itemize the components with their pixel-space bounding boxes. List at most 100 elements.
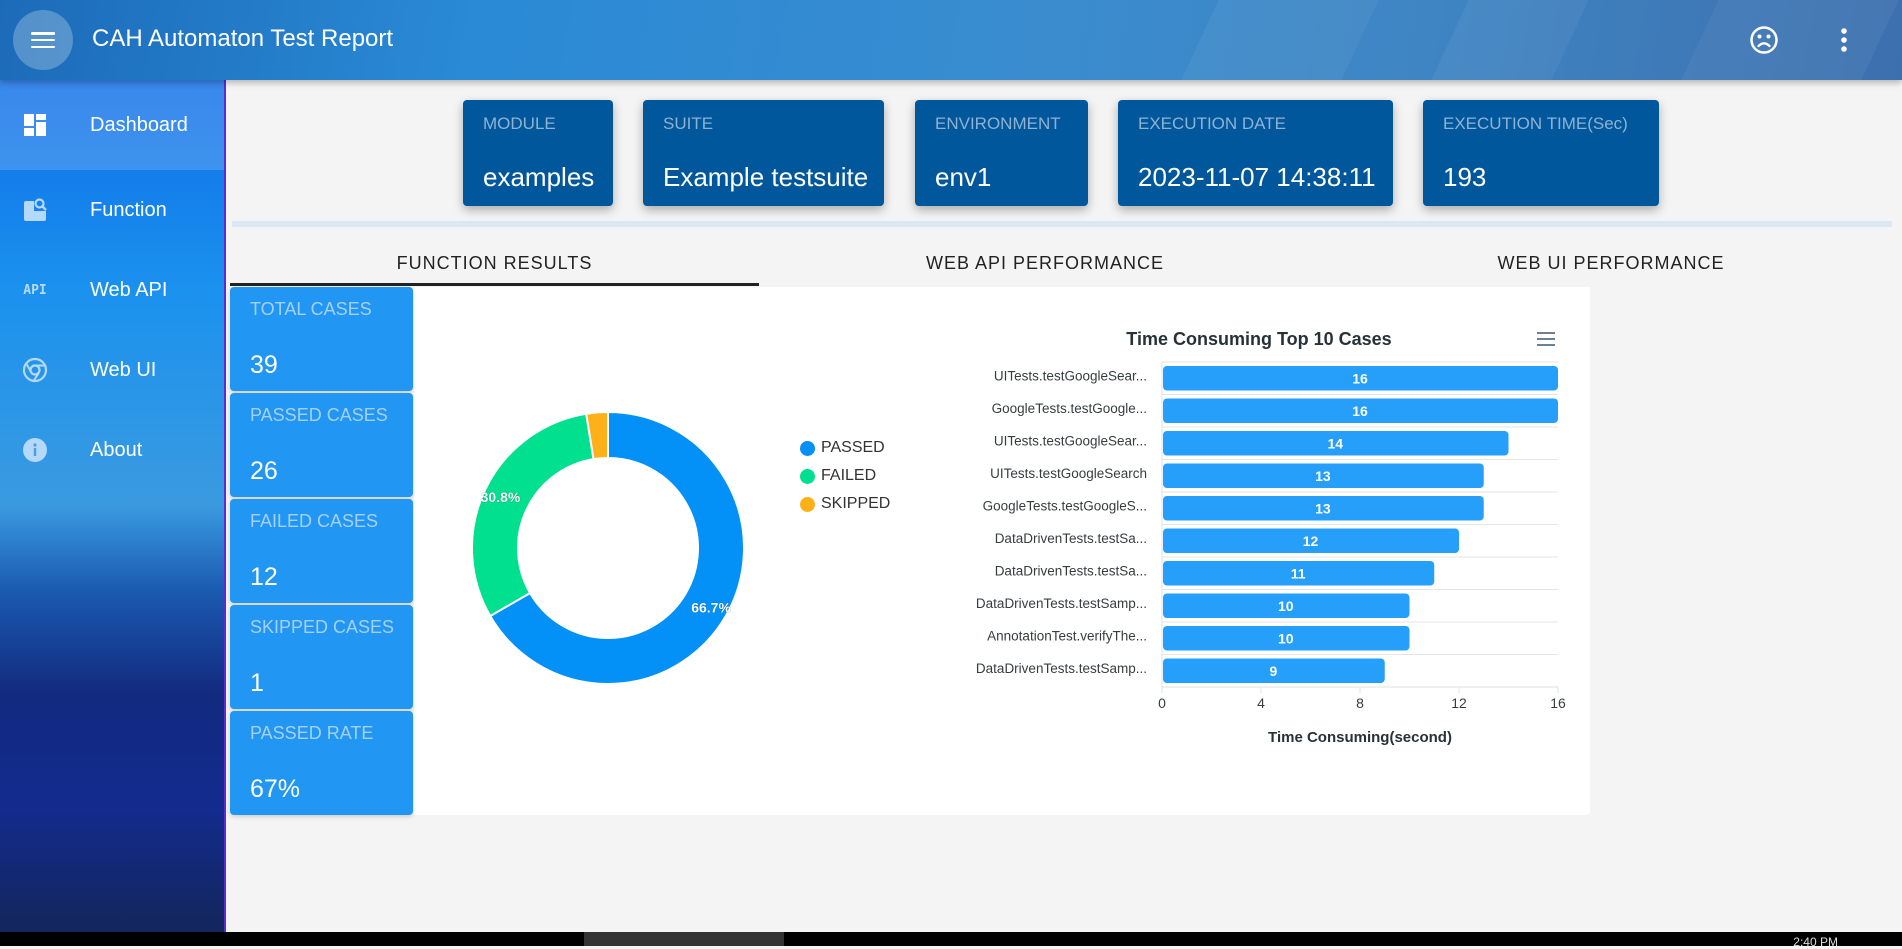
bar-data-label: 10 <box>1278 598 1294 614</box>
more-options-button[interactable] <box>1824 20 1864 60</box>
stat-value: 12 <box>250 563 278 591</box>
y-tick-label: UITests.testGoogleSear... <box>994 368 1147 383</box>
info-card-label: EXECUTION TIME(Sec) <box>1443 114 1628 133</box>
legend-marker-failed <box>800 468 815 484</box>
os-taskbar: 2:40 PM <box>0 932 1902 949</box>
y-tick-label: DataDrivenTests.testSamp... <box>976 596 1147 611</box>
stat-value: 1 <box>250 669 264 697</box>
legend-item-skipped[interactable]: SKIPPED <box>800 495 890 513</box>
x-tick-label: 12 <box>1451 695 1467 711</box>
x-tick-label: 16 <box>1550 695 1566 711</box>
stat-card-passed-rate: PASSED RATE 67% <box>230 711 413 815</box>
function-search-icon <box>22 197 48 223</box>
bar-data-label: 13 <box>1315 468 1331 484</box>
stat-card-failed: FAILED CASES 12 <box>230 499 413 603</box>
legend-label: FAILED <box>821 467 877 484</box>
tab-web-ui-performance[interactable]: WEB UI PERFORMANCE <box>1331 240 1891 286</box>
stat-card-skipped: SKIPPED CASES 1 <box>230 605 413 709</box>
x-axis-title: Time Consuming(second) <box>1268 729 1452 746</box>
sidebar-item-label: Dashboard <box>90 113 188 136</box>
stat-label: PASSED CASES <box>250 405 388 425</box>
x-tick-label: 0 <box>1158 695 1166 711</box>
sidebar-item-label: Web UI <box>90 358 157 381</box>
legend-item-failed[interactable]: FAILED <box>800 467 876 485</box>
sidebar-item-web-api[interactable]: API Web API <box>0 250 224 330</box>
donut-data-label: 66.7% <box>691 600 731 616</box>
decorative-stripe <box>1181 0 1379 80</box>
bar-data-label: 11 <box>1291 565 1306 581</box>
info-card-label: MODULE <box>483 114 556 133</box>
stat-label: PASSED RATE <box>250 723 374 743</box>
section-divider <box>232 221 1892 227</box>
sidebar-item-dashboard[interactable]: Dashboard <box>0 80 224 170</box>
legend-marker-passed <box>800 440 815 456</box>
sidebar-item-about[interactable]: About <box>0 410 224 490</box>
y-tick-label: DataDrivenTests.testSamp... <box>976 661 1147 676</box>
info-card-label: ENVIRONMENT <box>935 114 1061 133</box>
status-button[interactable] <box>1744 20 1784 60</box>
info-card-value: examples <box>483 162 595 192</box>
y-tick-label: UITests.testGoogleSear... <box>994 433 1147 448</box>
stat-label: TOTAL CASES <box>250 299 372 319</box>
sidebar-item-label: Function <box>90 198 167 221</box>
chart-title: Time Consuming Top 10 Cases <box>1126 329 1391 349</box>
stat-card-total: TOTAL CASES 39 <box>230 287 413 391</box>
x-tick-label: 4 <box>1257 695 1265 711</box>
info-card-value: 193 <box>1443 162 1487 192</box>
y-tick-label: GoogleTests.testGoogle... <box>992 401 1147 416</box>
top10-bar-chart: Time Consuming Top 10 Cases Time Consumi… <box>976 329 1566 746</box>
sidebar-item-function[interactable]: Function <box>0 170 224 250</box>
donut-data-label: 30.8% <box>481 489 521 505</box>
info-card-label: SUITE <box>663 114 714 133</box>
chart-menu-icon[interactable] <box>1535 331 1555 347</box>
y-tick-label: DataDrivenTests.testSa... <box>995 531 1147 546</box>
info-card-value: Example testsuite <box>663 162 869 192</box>
bar-data-label: 12 <box>1303 533 1319 549</box>
results-donut-chart: 66.7% 30.8% <box>471 410 745 685</box>
legend-marker-skipped <box>800 496 815 512</box>
stat-label: FAILED CASES <box>250 511 379 531</box>
legend-item-passed[interactable]: PASSED <box>800 439 885 457</box>
bar-data-label: 14 <box>1327 435 1343 451</box>
info-card-execution-time: EXECUTION TIME(Sec) 193 <box>1423 100 1659 206</box>
sidebar-item-label: Web API <box>90 278 168 301</box>
app-bar: CAH Automaton Test Report <box>0 0 1902 80</box>
bar-data-label: 9 <box>1269 663 1277 679</box>
y-tick-label: UITests.testGoogleSearch <box>990 466 1147 481</box>
info-icon <box>22 437 48 463</box>
menu-button[interactable] <box>13 10 73 70</box>
bar-data-label: 10 <box>1278 630 1294 646</box>
dashboard-icon <box>22 112 48 138</box>
donut-slice-failed[interactable] <box>471 412 595 618</box>
stat-value: 67% <box>250 775 301 803</box>
stat-card-passed: PASSED CASES 26 <box>230 393 413 497</box>
y-tick-label: DataDrivenTests.testSa... <box>995 563 1147 578</box>
legend-label: PASSED <box>821 439 885 456</box>
y-tick-label: GoogleTests.testGoogleS... <box>983 498 1147 513</box>
x-tick-label: 8 <box>1356 695 1364 711</box>
stat-value: 39 <box>250 351 278 379</box>
bar-data-label: 13 <box>1315 500 1331 516</box>
y-tick-label: AnnotationTest.verifyThe... <box>987 628 1147 643</box>
legend-label: SKIPPED <box>821 495 891 512</box>
info-card-value: env1 <box>935 162 992 192</box>
tab-function-results[interactable]: FUNCTION RESULTS <box>230 240 759 286</box>
bar-data-label: 16 <box>1352 370 1368 386</box>
sad-face-icon <box>1750 26 1778 54</box>
info-card-module: MODULE examples <box>463 100 613 206</box>
stat-label: SKIPPED CASES <box>250 617 395 637</box>
taskbar-active-app[interactable] <box>584 932 784 946</box>
info-card-value: 2023-11-07 14:38:11 <box>1138 162 1376 192</box>
api-icon: API <box>23 282 47 298</box>
sidebar-item-web-ui[interactable]: Web UI <box>0 330 224 410</box>
decorative-stripe <box>1431 0 1589 80</box>
hamburger-menu-icon <box>31 32 55 48</box>
chrome-icon <box>22 357 48 383</box>
info-card-environment: ENVIRONMENT env1 <box>915 100 1088 206</box>
taskbar-clock: 2:40 PM <box>1793 935 1838 949</box>
info-card-label: EXECUTION DATE <box>1138 114 1286 133</box>
stat-value: 26 <box>250 457 278 485</box>
sidebar-item-label: About <box>90 438 143 461</box>
bar-data-label: 16 <box>1352 403 1368 419</box>
tab-web-api-performance[interactable]: WEB API PERFORMANCE <box>759 240 1331 286</box>
